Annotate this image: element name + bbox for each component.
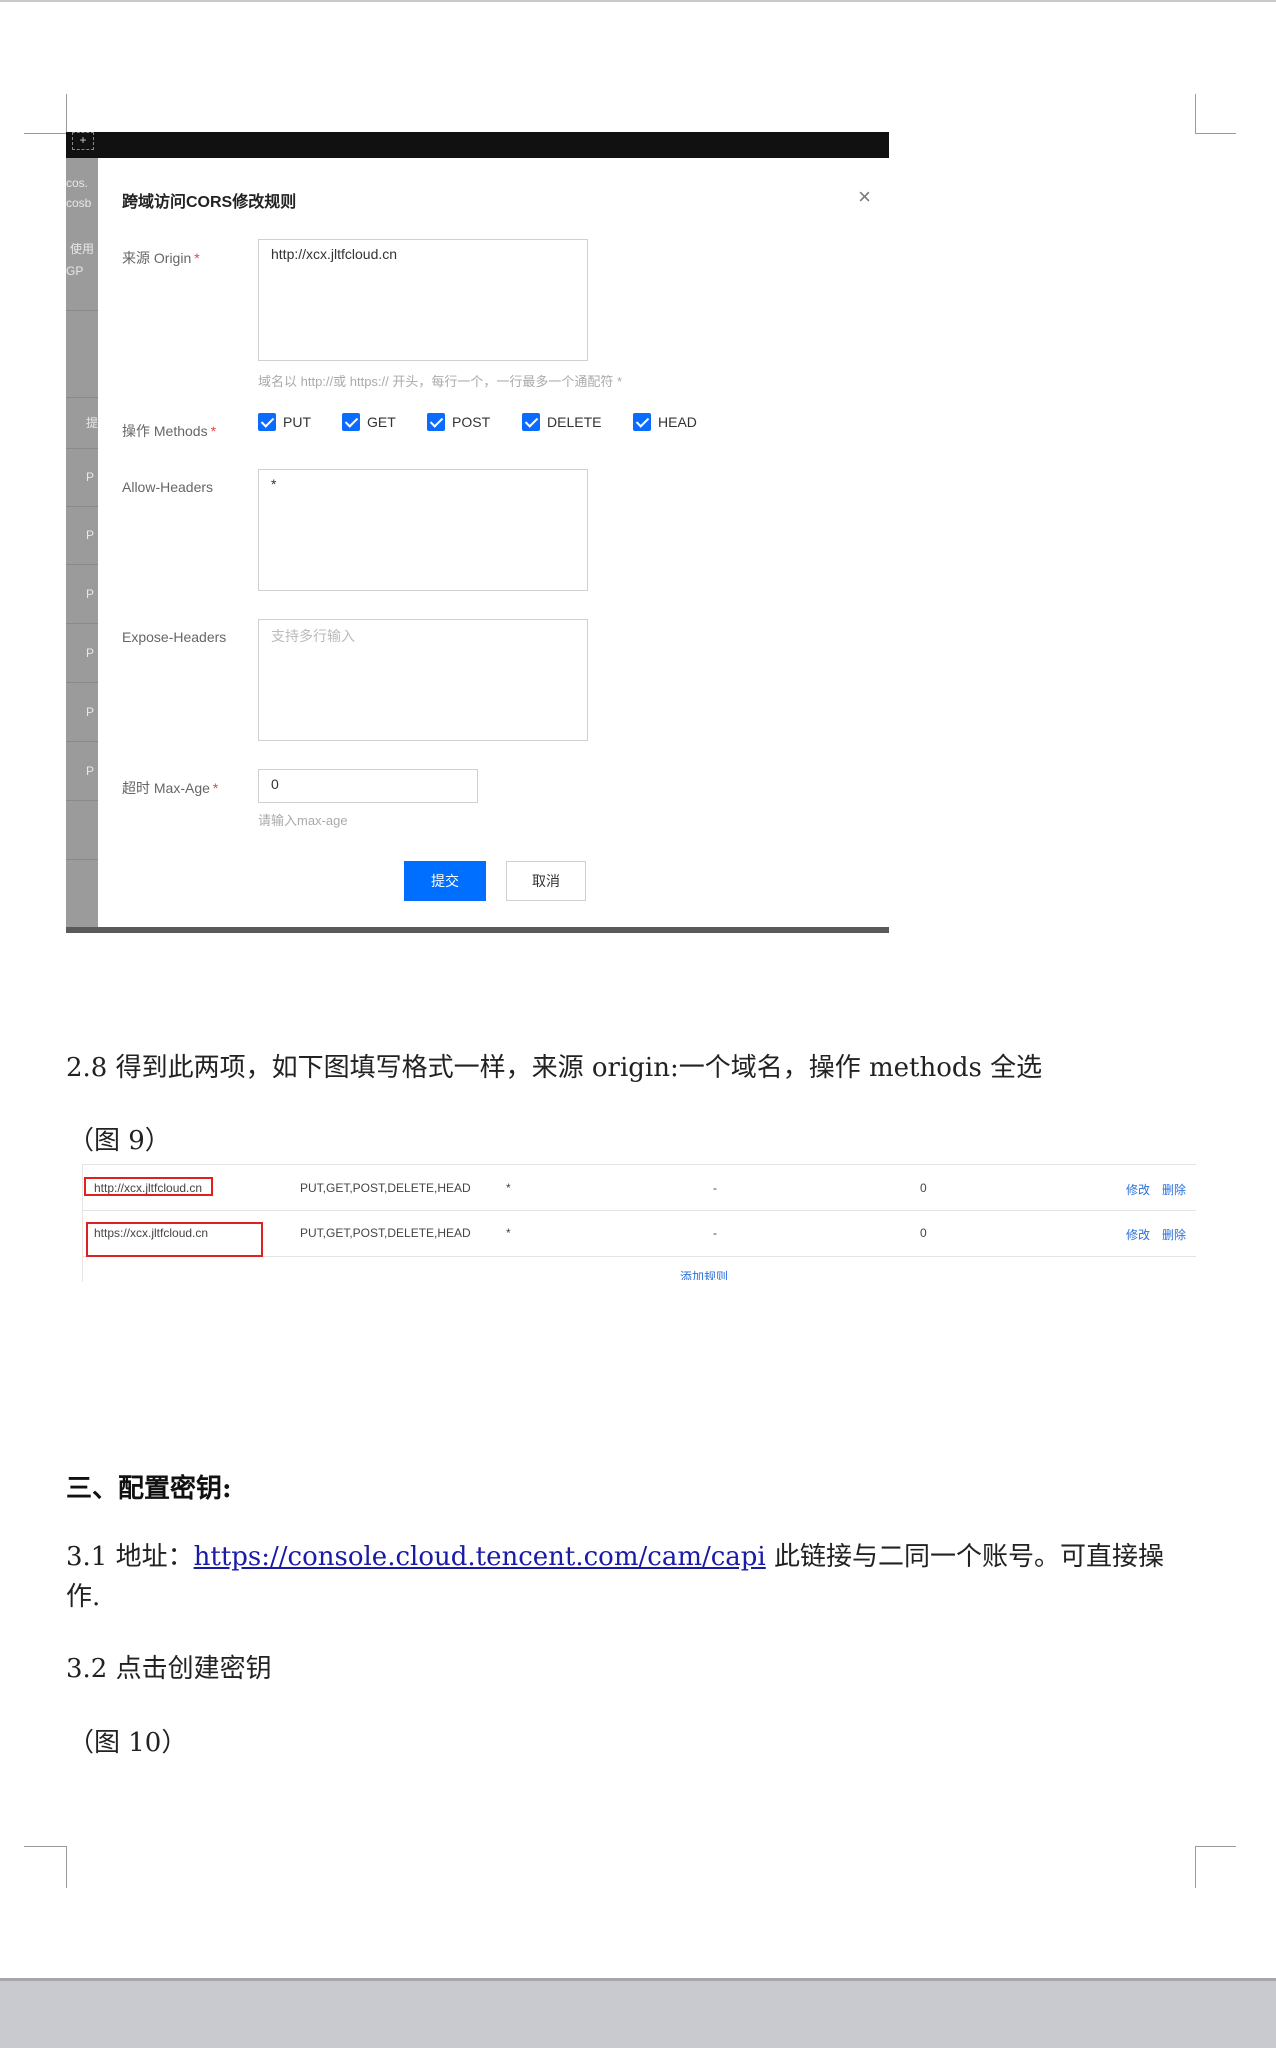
rule-delete-link[interactable]: 删除	[1162, 1181, 1186, 1198]
method-checkbox-put[interactable]: PUT	[258, 413, 311, 431]
section-3-heading: 三、配置密钥:	[66, 1474, 232, 1504]
add-icon: +	[72, 132, 94, 150]
bg-fragment: P	[86, 528, 95, 542]
method-checkbox-post[interactable]: POST	[427, 413, 490, 431]
paragraph-2-8: 2.8 得到此两项，如下图填写格式一样，来源 origin:一个域名，操作 me…	[66, 1053, 1043, 1083]
cors-dialog-screenshot: + cos. cosb 使用 GP 提 P P P P P P 跨域访问CORS…	[66, 132, 889, 933]
highlight-box	[86, 1222, 263, 1257]
rule-allow-headers: *	[506, 1181, 511, 1195]
bg-fragment: P	[86, 646, 95, 660]
rule-edit-link[interactable]: 修改	[1126, 1181, 1150, 1198]
figure-9-caption: （图 9）	[68, 1126, 171, 1156]
highlight-box	[84, 1177, 213, 1196]
methods-label: 操作 Methods *	[122, 423, 217, 439]
rule-methods: PUT,GET,POST,DELETE,HEAD	[300, 1181, 471, 1195]
paragraph-3-2: 3.2 点击创建密钥	[66, 1654, 272, 1684]
page-bottom-bar	[0, 1978, 1276, 2048]
maxage-input[interactable]: 0	[258, 769, 478, 803]
rule-edit-link[interactable]: 修改	[1126, 1226, 1150, 1243]
required-mark: *	[194, 250, 200, 266]
checkbox-checked-icon	[258, 413, 276, 431]
screenshot-top-bar: +	[66, 132, 889, 158]
figure-10-caption: （图 10）	[68, 1728, 188, 1758]
crop-mark-tl-h	[24, 133, 66, 134]
crop-mark-tr-v	[1195, 94, 1196, 134]
bg-fragment: P	[86, 587, 95, 601]
origin-label: 来源 Origin *	[122, 250, 200, 266]
maxage-label: 超时 Max-Age *	[122, 780, 219, 796]
method-checkbox-get[interactable]: GET	[342, 413, 396, 431]
paragraph-3-1: 3.1 地址：https://console.cloud.tencent.com…	[66, 1542, 1165, 1612]
rule-allow-headers: *	[506, 1226, 511, 1240]
bg-fragment: GP	[66, 264, 84, 278]
methods-group: PUT GET POST DELETE HEAD	[258, 413, 758, 435]
capi-console-link[interactable]: https://console.cloud.tencent.com/cam/ca…	[194, 1542, 766, 1572]
origin-textarea[interactable]: http://xcx.jltfcloud.cn	[258, 239, 588, 361]
cors-rules-table: http://xcx.jltfcloud.cn PUT,GET,POST,DEL…	[82, 1164, 1196, 1282]
bg-fragment: 使用	[70, 242, 95, 256]
crop-mark-tl-v	[66, 94, 67, 134]
checkbox-checked-icon	[522, 413, 540, 431]
allow-headers-textarea[interactable]: *	[258, 469, 588, 591]
expose-headers-label: Expose-Headers	[122, 629, 227, 645]
crop-mark-bl-h	[24, 1846, 66, 1847]
bg-fragment: P	[86, 764, 95, 778]
rule-methods: PUT,GET,POST,DELETE,HEAD	[300, 1226, 471, 1240]
rule-maxage: 0	[920, 1181, 927, 1195]
method-checkbox-delete[interactable]: DELETE	[522, 413, 601, 431]
required-mark: *	[210, 423, 217, 439]
maxage-hint: 请输入max-age	[258, 813, 348, 828]
rule-expose-headers: -	[713, 1181, 717, 1195]
add-rule-link[interactable]: 添加规则	[680, 1270, 728, 1280]
close-icon[interactable]: ×	[858, 184, 871, 210]
crop-mark-br-v	[1195, 1846, 1196, 1888]
bg-fragment: P	[86, 705, 95, 719]
checkbox-checked-icon	[427, 413, 445, 431]
rule-expose-headers: -	[713, 1226, 717, 1240]
crop-mark-tr-h	[1196, 133, 1236, 134]
crop-mark-bl-v	[66, 1846, 67, 1888]
allow-headers-label: Allow-Headers	[122, 479, 214, 495]
expose-headers-textarea[interactable]: 支持多行输入	[258, 619, 588, 741]
bg-fragment: cos.	[66, 176, 89, 190]
crop-mark-br-h	[1196, 1846, 1236, 1847]
bg-fragment: cosb	[66, 196, 92, 210]
cors-edit-dialog: 跨域访问CORS修改规则 × 来源 Origin * http://xcx.jlt…	[98, 158, 889, 927]
checkbox-checked-icon	[342, 413, 360, 431]
bg-fragment: P	[86, 470, 95, 484]
origin-hint: 域名以 http://或 https:// 开头，每行一个，一行最多一个通配符 …	[258, 374, 623, 389]
method-checkbox-head[interactable]: HEAD	[633, 413, 697, 431]
bg-fragment: 提	[86, 416, 99, 430]
rule-maxage: 0	[920, 1226, 927, 1240]
cancel-button[interactable]: 取消	[506, 861, 586, 901]
rule-delete-link[interactable]: 删除	[1162, 1226, 1186, 1243]
dialog-title: 跨域访问CORS修改规则	[122, 194, 297, 211]
page-top-border	[0, 0, 1276, 2]
required-mark: *	[212, 780, 219, 796]
submit-button[interactable]: 提交	[404, 861, 486, 901]
checkbox-checked-icon	[633, 413, 651, 431]
